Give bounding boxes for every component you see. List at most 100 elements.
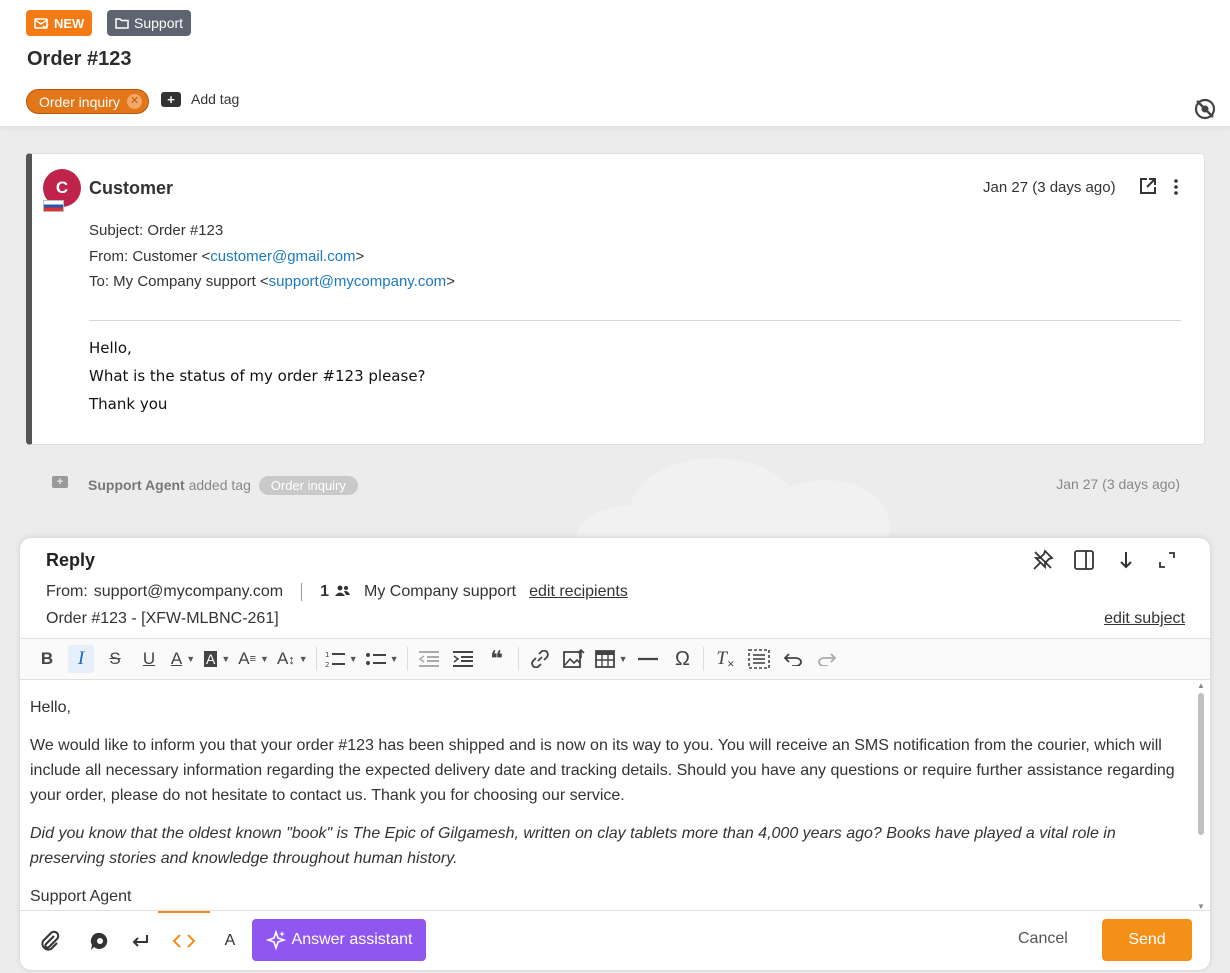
to-email-link[interactable]: support@mycompany.com	[269, 273, 447, 290]
activity-row: + Support Agent added tag Order inquiry …	[50, 474, 1180, 496]
chat-bubble-icon	[90, 932, 108, 950]
underline-button[interactable]: U	[136, 645, 162, 673]
add-tag-button[interactable]: + Add tag	[161, 91, 239, 107]
chevron-down-icon: ▼	[221, 654, 231, 664]
message-card: C Customer Jan 27 (3 days ago) Subject: …	[26, 153, 1205, 445]
message-body-line: Thank you	[89, 395, 168, 413]
tag-added-icon: +	[52, 476, 68, 488]
font-size-label: A	[276, 649, 289, 668]
recipient-count: 1	[320, 583, 330, 600]
edit-recipients-link[interactable]: edit recipients	[529, 583, 628, 601]
open-external-icon[interactable]	[1139, 177, 1157, 200]
numbered-list-button[interactable]: 12 ▼	[325, 645, 358, 673]
chevron-down-icon: ▼	[389, 654, 399, 664]
from-email[interactable]: support@mycompany.com	[94, 583, 283, 601]
blockquote-button[interactable]: ❝	[484, 645, 510, 673]
scroll-thumb[interactable]	[1198, 693, 1204, 835]
special-character-button[interactable]: Ω	[669, 645, 695, 673]
divider	[89, 320, 1181, 321]
editor-greeting: Hello,	[30, 699, 71, 716]
toolbar-separator	[703, 647, 705, 671]
italic-button[interactable]: I	[68, 645, 94, 673]
bold-button[interactable]: B	[34, 645, 60, 673]
font-size-button[interactable]: A ↕ ▼	[277, 645, 308, 673]
select-all-button[interactable]	[746, 645, 772, 673]
outdent-icon	[418, 651, 439, 667]
editor-toolbar: B I S U A ▼ A ▼ A ≡ ▼ A ↕ ▼ 12 ▼ ▼ ❝ ▼ Ω…	[20, 638, 1210, 680]
redo-icon	[818, 653, 837, 666]
page-title: Order #123	[27, 48, 132, 70]
horizontal-line-button[interactable]	[635, 645, 661, 673]
link-button[interactable]	[527, 645, 553, 673]
reply-title: Reply	[46, 550, 96, 570]
reply-editor[interactable]: Hello, We would like to inform you that …	[20, 681, 1198, 911]
send-button[interactable]: Send	[1102, 919, 1192, 961]
answer-assistant-button[interactable]: Answer assistant	[252, 919, 426, 961]
remove-tag-icon[interactable]: ✕	[126, 94, 142, 109]
add-tag-label: Add tag	[191, 91, 240, 107]
recipient-name: My Company support	[364, 583, 517, 600]
folder-badge[interactable]: Support	[107, 10, 192, 36]
answer-assistant-label: Answer assistant	[291, 931, 413, 948]
svg-text:2: 2	[325, 661, 329, 668]
return-arrow-icon	[132, 935, 148, 947]
font-color-label: A	[170, 649, 183, 668]
more-options-icon[interactable]	[1172, 178, 1180, 201]
chevron-down-icon: ▼	[618, 654, 628, 664]
indent-button[interactable]	[450, 645, 476, 673]
status-badge-new[interactable]: NEW	[26, 10, 93, 36]
insert-table-button[interactable]: ▼	[594, 645, 628, 673]
image-upload-icon	[562, 649, 585, 668]
font-family-button[interactable]: A ≡ ▼	[238, 645, 269, 673]
source-code-tab[interactable]	[158, 911, 210, 969]
horizontal-line-icon	[638, 657, 659, 661]
reply-subject[interactable]: Order #123 - [XFW-MLBNC-261]	[46, 610, 279, 628]
editor-scrollbar[interactable]: ▲ ▼	[1196, 681, 1206, 911]
eye-off-icon[interactable]	[1193, 97, 1217, 126]
reply-bottom-bar: A Answer assistant Cancel Send	[20, 910, 1210, 970]
indent-icon	[452, 651, 473, 667]
strikethrough-button[interactable]: S	[102, 645, 128, 673]
font-color-button[interactable]: A ▼	[170, 645, 196, 673]
font-size-icon: ↕	[288, 651, 295, 667]
expand-icon[interactable]	[1156, 549, 1178, 576]
from-label: From:	[46, 583, 88, 600]
arrow-down-icon[interactable]	[1115, 549, 1137, 576]
sparkle-icon	[265, 930, 286, 950]
split-view-icon[interactable]	[1073, 549, 1095, 576]
unpin-icon[interactable]	[1032, 549, 1054, 576]
outdent-button[interactable]	[416, 645, 442, 673]
canned-response-button[interactable]	[88, 921, 112, 961]
background-color-button[interactable]: A ▼	[204, 645, 230, 673]
undo-icon	[784, 653, 803, 666]
bullet-list-button[interactable]: ▼	[365, 645, 399, 673]
country-flag-icon	[43, 200, 64, 212]
redo-button[interactable]	[814, 645, 840, 673]
reply-panel: Reply From: support@mycompany.com 1 My C…	[19, 537, 1211, 971]
attach-button[interactable]	[36, 921, 64, 961]
from-prefix: From: Customer <	[89, 248, 211, 265]
cancel-button[interactable]: Cancel	[1018, 930, 1068, 948]
clear-formatting-button[interactable]: T ✕	[712, 645, 738, 673]
message-to: To: My Company support <support@mycompan…	[89, 273, 455, 290]
edit-subject-link[interactable]: edit subject	[1104, 610, 1185, 628]
text-format-button[interactable]: A	[218, 921, 242, 961]
to-suffix: >	[446, 273, 455, 290]
message-from: From: Customer <customer@gmail.com>	[89, 248, 364, 265]
from-email-link[interactable]: customer@gmail.com	[210, 248, 355, 265]
insert-image-button[interactable]	[561, 645, 587, 673]
font-family-label: A	[238, 649, 250, 668]
editor-paragraph: We would like to inform you that your or…	[30, 737, 1175, 804]
reply-mode-button[interactable]	[128, 921, 152, 961]
status-badge-label: NEW	[54, 15, 85, 31]
message-date: Jan 27 (3 days ago)	[983, 179, 1116, 196]
tag-chip-order-inquiry[interactable]: Order inquiry ✕	[26, 89, 149, 114]
scroll-up-icon[interactable]: ▲	[1197, 681, 1205, 690]
clear-format-x-icon: ✕	[727, 658, 735, 669]
link-icon	[530, 650, 549, 668]
folder-icon	[115, 17, 129, 29]
separator	[301, 583, 303, 601]
toolbar-separator	[517, 647, 519, 671]
undo-button[interactable]	[780, 645, 806, 673]
tag-plus-icon: +	[161, 91, 181, 107]
